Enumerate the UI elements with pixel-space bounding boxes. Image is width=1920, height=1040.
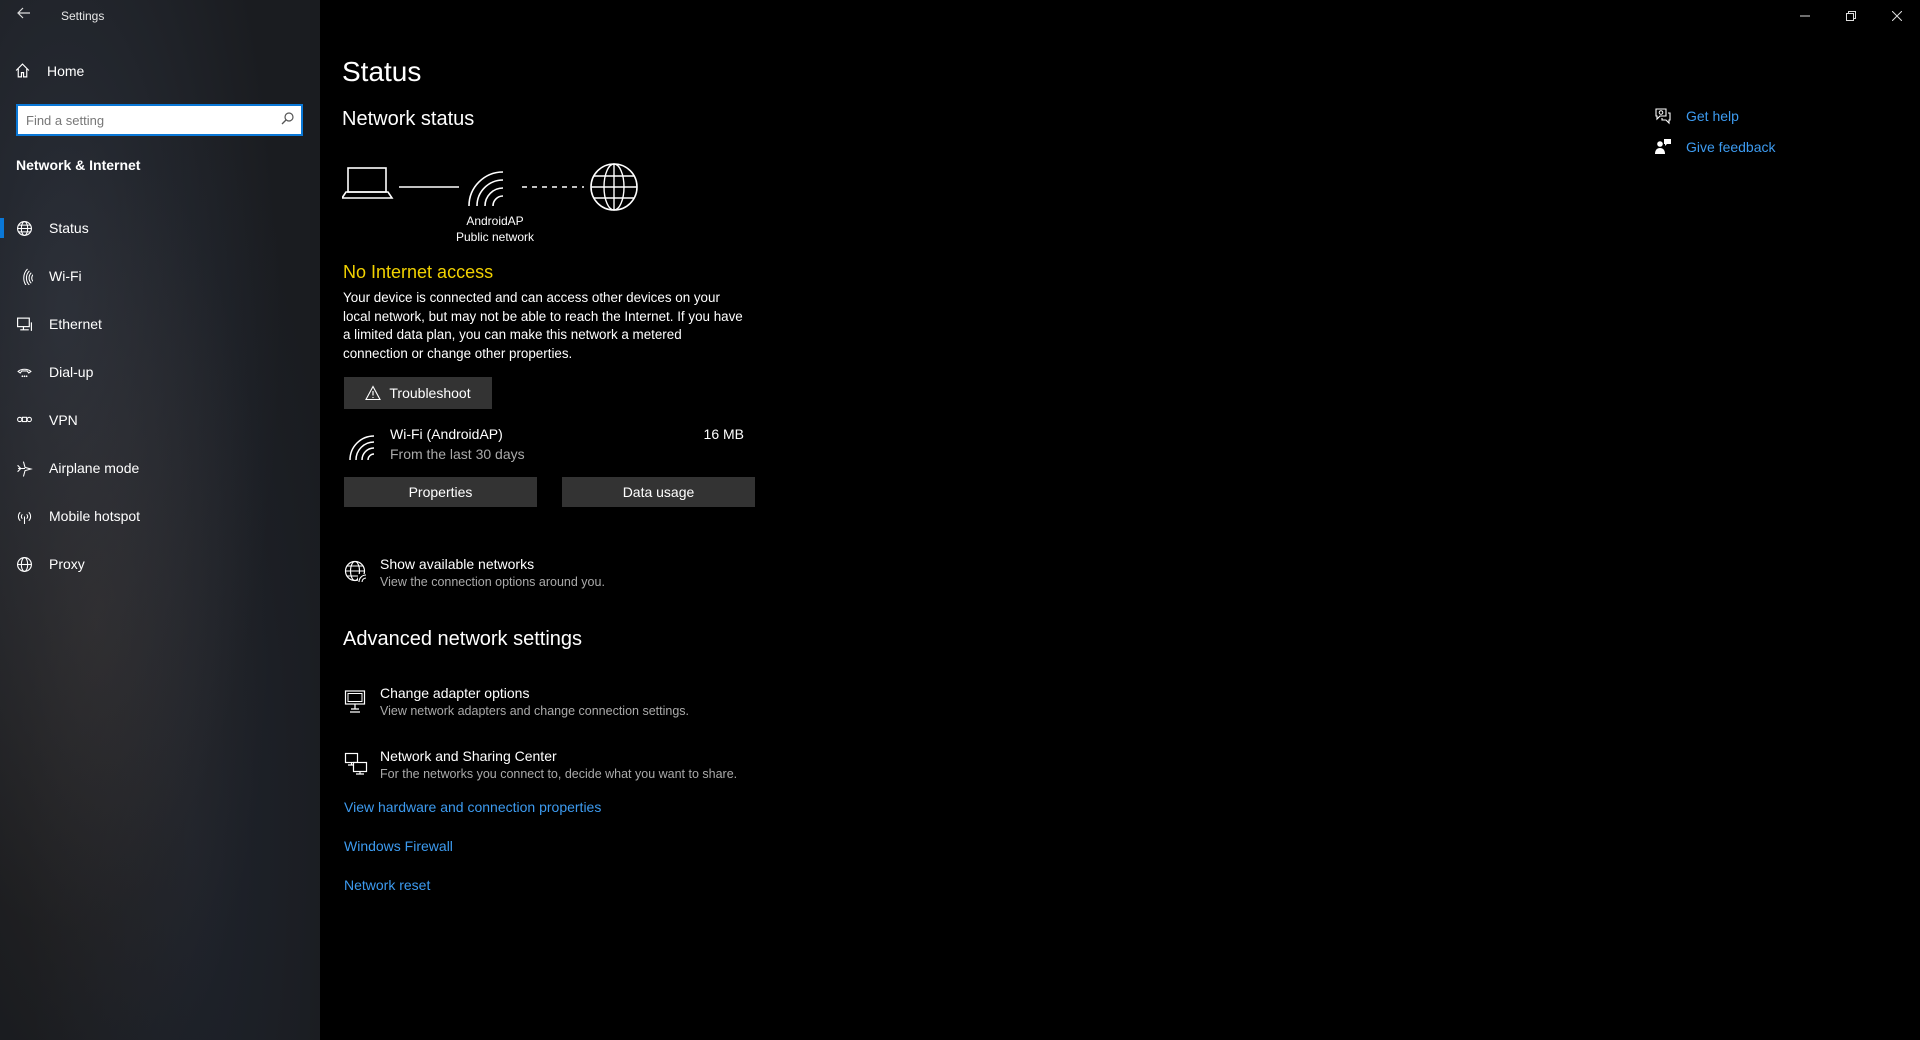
globe-status-icon — [17, 220, 32, 236]
search-icon[interactable] — [273, 112, 301, 128]
minimize-icon[interactable] — [1782, 0, 1828, 32]
sidebar-item-label: Dial-up — [49, 364, 94, 380]
connection-summary: Wi-Fi (AndroidAP) From the last 30 days … — [344, 426, 744, 466]
adapter-icon — [344, 690, 366, 713]
warning-icon — [365, 385, 382, 401]
home-label: Home — [47, 62, 85, 79]
feedback-icon — [1655, 138, 1671, 154]
airplane-icon — [17, 460, 33, 477]
network-name: AndroidAP — [466, 214, 524, 228]
sidebar-item-ethernet[interactable]: Ethernet — [0, 300, 320, 348]
back-arrow-icon[interactable] — [14, 6, 34, 26]
get-help-label: Get help — [1686, 107, 1739, 124]
chat-help-icon — [1655, 107, 1671, 124]
network-reset-link[interactable]: Network reset — [344, 877, 430, 893]
sidebar-item-label: Status — [49, 220, 89, 236]
globe-network-icon — [344, 560, 367, 583]
sidebar-item-hotspot[interactable]: Mobile hotspot — [0, 492, 320, 540]
home-icon — [15, 63, 30, 78]
main-content: Status Network status AndroidAP Public n… — [320, 0, 1920, 1040]
network-label: AndroidAP Public network — [435, 213, 555, 245]
get-help-link[interactable]: Get help — [1654, 100, 1776, 131]
globe-icon — [17, 556, 32, 572]
sidebar-item-label: Airplane mode — [49, 460, 140, 476]
troubleshoot-label: Troubleshoot — [389, 385, 471, 401]
sidebar: Settings Home Network & Internet Status … — [0, 0, 320, 1040]
troubleshoot-button[interactable]: Troubleshoot — [344, 377, 492, 409]
ethernet-icon — [17, 317, 32, 331]
give-feedback-label: Give feedback — [1686, 138, 1776, 155]
properties-button[interactable]: Properties — [344, 477, 537, 507]
dialup-icon — [17, 368, 32, 377]
connection-usage: 16 MB — [703, 426, 744, 442]
hardware-properties-link[interactable]: View hardware and connection properties — [344, 799, 601, 815]
search-box[interactable] — [16, 104, 303, 136]
sharing-center-icon — [344, 752, 368, 775]
laptop-icon — [342, 167, 394, 199]
show-networks-title: Show available networks — [380, 556, 535, 572]
adapter-options-title: Change adapter options — [380, 685, 530, 701]
sidebar-item-vpn[interactable]: VPN — [0, 396, 320, 444]
connection-status: No Internet access — [343, 262, 494, 282]
sidebar-item-airplane[interactable]: Airplane mode — [0, 444, 320, 492]
sidebar-item-status[interactable]: Status — [0, 204, 320, 252]
network-status-heading: Network status — [342, 108, 475, 130]
sidebar-item-label: Proxy — [49, 556, 85, 572]
windows-firewall-link[interactable]: Windows Firewall — [344, 838, 453, 854]
sidebar-item-label: VPN — [49, 412, 78, 428]
connection-period: From the last 30 days — [390, 446, 525, 462]
sidebar-item-wifi[interactable]: Wi-Fi — [0, 252, 320, 300]
close-icon[interactable] — [1874, 0, 1920, 32]
data-usage-button[interactable]: Data usage — [562, 477, 755, 507]
sharing-center-subtitle: For the networks you connect to, decide … — [380, 767, 738, 781]
window-controls — [1782, 0, 1920, 32]
advanced-settings-heading: Advanced network settings — [343, 628, 583, 650]
help-panel: Get help Give feedback — [1654, 100, 1776, 162]
network-type: Public network — [455, 230, 535, 244]
restore-icon[interactable] — [1828, 0, 1874, 32]
give-feedback-link[interactable]: Give feedback — [1654, 131, 1776, 162]
nav-list: Status Wi-Fi Ethernet Dial-up VPN Airpla… — [0, 204, 320, 588]
network-sharing-center[interactable]: Network and Sharing Center For the netwo… — [344, 748, 794, 788]
wifi-signal-icon — [468, 171, 504, 207]
search-input[interactable] — [18, 112, 273, 128]
sidebar-home[interactable]: Home — [14, 62, 84, 79]
section-label: Network & Internet — [16, 157, 141, 173]
sharing-center-title: Network and Sharing Center — [380, 748, 557, 764]
page-title: Status — [342, 56, 422, 87]
show-available-networks[interactable]: Show available networks View the connect… — [344, 556, 794, 596]
sidebar-item-proxy[interactable]: Proxy — [0, 540, 320, 588]
wifi-icon — [23, 268, 33, 285]
wifi-icon — [349, 435, 375, 461]
vpn-icon — [17, 416, 32, 422]
sidebar-item-label: Wi-Fi — [49, 268, 82, 284]
connection-name: Wi-Fi (AndroidAP) — [390, 426, 503, 442]
sidebar-item-dialup[interactable]: Dial-up — [0, 348, 320, 396]
adapter-options-subtitle: View network adapters and change connect… — [380, 704, 689, 718]
change-adapter-options[interactable]: Change adapter options View network adap… — [344, 685, 794, 725]
sidebar-item-label: Mobile hotspot — [49, 508, 141, 524]
show-networks-subtitle: View the connection options around you. — [380, 575, 605, 589]
internet-globe-icon — [590, 163, 638, 211]
sidebar-item-label: Ethernet — [49, 316, 102, 332]
app-title: Settings — [61, 9, 105, 23]
hotspot-icon — [17, 511, 32, 524]
status-description: Your device is connected and can access … — [343, 290, 743, 361]
